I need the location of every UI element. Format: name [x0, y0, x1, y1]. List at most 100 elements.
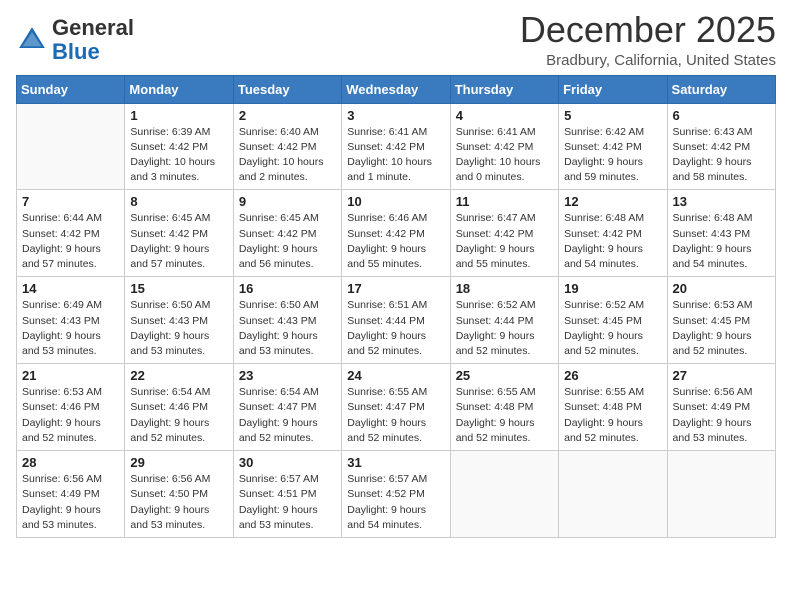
day-info: Sunrise: 6:46 AM Sunset: 4:42 PM Dayligh… [347, 211, 444, 272]
day-number: 12 [564, 194, 661, 209]
day-info: Sunrise: 6:53 AM Sunset: 4:45 PM Dayligh… [673, 298, 770, 359]
day-info: Sunrise: 6:50 AM Sunset: 4:43 PM Dayligh… [239, 298, 336, 359]
calendar-week-4: 21 Sunrise: 6:53 AM Sunset: 4:46 PM Dayli… [17, 364, 776, 451]
calendar-cell: 16 Sunrise: 6:50 AM Sunset: 4:43 PM Dayli… [233, 277, 341, 364]
day-info: Sunrise: 6:52 AM Sunset: 4:44 PM Dayligh… [456, 298, 553, 359]
calendar-cell [667, 451, 775, 538]
day-info: Sunrise: 6:41 AM Sunset: 4:42 PM Dayligh… [347, 125, 444, 186]
day-number: 2 [239, 108, 336, 123]
title-block: December 2025 Bradbury, California, Unit… [520, 10, 776, 69]
day-number: 1 [130, 108, 227, 123]
day-info: Sunrise: 6:53 AM Sunset: 4:46 PM Dayligh… [22, 385, 119, 446]
day-number: 25 [456, 368, 553, 383]
calendar-cell: 26Sunrise: 6:55 AM Sunset: 4:48 PM Dayli… [559, 364, 667, 451]
calendar-cell: 7 Sunrise: 6:44 AM Sunset: 4:42 PM Daylig… [17, 190, 125, 277]
day-info: Sunrise: 6:50 AM Sunset: 4:43 PM Dayligh… [130, 298, 227, 359]
day-number: 5 [564, 108, 661, 123]
calendar-cell: 19 Sunrise: 6:52 AM Sunset: 4:45 PM Dayli… [559, 277, 667, 364]
calendar-cell: 24Sunrise: 6:55 AM Sunset: 4:47 PM Dayli… [342, 364, 450, 451]
day-info: Sunrise: 6:45 AM Sunset: 4:42 PM Dayligh… [239, 211, 336, 272]
day-info: Sunrise: 6:48 AM Sunset: 4:42 PM Dayligh… [564, 211, 661, 272]
calendar-cell: 14Sunrise: 6:49 AM Sunset: 4:43 PM Dayli… [17, 277, 125, 364]
calendar-cell: 22Sunrise: 6:54 AM Sunset: 4:46 PM Dayli… [125, 364, 233, 451]
calendar-cell: 21 Sunrise: 6:53 AM Sunset: 4:46 PM Dayli… [17, 364, 125, 451]
day-info: Sunrise: 6:47 AM Sunset: 4:42 PM Dayligh… [456, 211, 553, 272]
day-info: Sunrise: 6:43 AM Sunset: 4:42 PM Dayligh… [673, 125, 770, 186]
day-info: Sunrise: 6:55 AM Sunset: 4:47 PM Dayligh… [347, 385, 444, 446]
day-number: 27 [673, 368, 770, 383]
calendar-cell: 15 Sunrise: 6:50 AM Sunset: 4:43 PM Dayli… [125, 277, 233, 364]
calendar-cell: 17 Sunrise: 6:51 AM Sunset: 4:44 PM Dayli… [342, 277, 450, 364]
day-info: Sunrise: 6:49 AM Sunset: 4:43 PM Dayligh… [22, 298, 119, 359]
day-number: 3 [347, 108, 444, 123]
calendar-cell [450, 451, 558, 538]
day-number: 10 [347, 194, 444, 209]
day-number: 13 [673, 194, 770, 209]
calendar-week-5: 28 Sunrise: 6:56 AM Sunset: 4:49 PM Dayli… [17, 451, 776, 538]
day-info: Sunrise: 6:54 AM Sunset: 4:47 PM Dayligh… [239, 385, 336, 446]
day-info: Sunrise: 6:57 AM Sunset: 4:51 PM Dayligh… [239, 472, 336, 533]
day-number: 18 [456, 281, 553, 296]
calendar-cell: 20 Sunrise: 6:53 AM Sunset: 4:45 PM Dayli… [667, 277, 775, 364]
day-number: 17 [347, 281, 444, 296]
calendar-cell: 29 Sunrise: 6:56 AM Sunset: 4:50 PM Dayli… [125, 451, 233, 538]
logo-text: General Blue [52, 16, 134, 64]
location: Bradbury, California, United States [520, 52, 776, 69]
day-info: Sunrise: 6:56 AM Sunset: 4:49 PM Dayligh… [22, 472, 119, 533]
day-info: Sunrise: 6:55 AM Sunset: 4:48 PM Dayligh… [456, 385, 553, 446]
day-number: 4 [456, 108, 553, 123]
day-info: Sunrise: 6:52 AM Sunset: 4:45 PM Dayligh… [564, 298, 661, 359]
calendar-cell: 4 Sunrise: 6:41 AM Sunset: 4:42 PM Daylig… [450, 103, 558, 190]
day-info: Sunrise: 6:56 AM Sunset: 4:49 PM Dayligh… [673, 385, 770, 446]
day-info: Sunrise: 6:48 AM Sunset: 4:43 PM Dayligh… [673, 211, 770, 272]
day-number: 20 [673, 281, 770, 296]
day-number: 30 [239, 455, 336, 470]
calendar-cell: 28 Sunrise: 6:56 AM Sunset: 4:49 PM Dayli… [17, 451, 125, 538]
day-number: 15 [130, 281, 227, 296]
month-title: December 2025 [520, 10, 776, 50]
day-info: Sunrise: 6:39 AM Sunset: 4:42 PM Dayligh… [130, 125, 227, 186]
calendar-cell: 18 Sunrise: 6:52 AM Sunset: 4:44 PM Dayli… [450, 277, 558, 364]
calendar-cell: 31 Sunrise: 6:57 AM Sunset: 4:52 PM Dayli… [342, 451, 450, 538]
weekday-header-friday: Friday [559, 75, 667, 103]
calendar-cell: 2 Sunrise: 6:40 AM Sunset: 4:42 PM Daylig… [233, 103, 341, 190]
calendar-cell: 11Sunrise: 6:47 AM Sunset: 4:42 PM Dayli… [450, 190, 558, 277]
calendar-cell: 9 Sunrise: 6:45 AM Sunset: 4:42 PM Daylig… [233, 190, 341, 277]
day-info: Sunrise: 6:44 AM Sunset: 4:42 PM Dayligh… [22, 211, 119, 272]
day-number: 6 [673, 108, 770, 123]
calendar-cell [17, 103, 125, 190]
calendar-table: SundayMondayTuesdayWednesdayThursdayFrid… [16, 75, 776, 538]
calendar-cell [559, 451, 667, 538]
day-number: 7 [22, 194, 119, 209]
day-number: 8 [130, 194, 227, 209]
day-number: 19 [564, 281, 661, 296]
weekday-header-thursday: Thursday [450, 75, 558, 103]
day-info: Sunrise: 6:41 AM Sunset: 4:42 PM Dayligh… [456, 125, 553, 186]
day-number: 29 [130, 455, 227, 470]
calendar-cell: 8Sunrise: 6:45 AM Sunset: 4:42 PM Daylig… [125, 190, 233, 277]
calendar-cell: 23 Sunrise: 6:54 AM Sunset: 4:47 PM Dayli… [233, 364, 341, 451]
weekday-header-saturday: Saturday [667, 75, 775, 103]
day-number: 16 [239, 281, 336, 296]
day-number: 31 [347, 455, 444, 470]
day-number: 26 [564, 368, 661, 383]
calendar-week-2: 7 Sunrise: 6:44 AM Sunset: 4:42 PM Daylig… [17, 190, 776, 277]
calendar-cell: 1 Sunrise: 6:39 AM Sunset: 4:42 PM Daylig… [125, 103, 233, 190]
calendar-cell: 25 Sunrise: 6:55 AM Sunset: 4:48 PM Dayli… [450, 364, 558, 451]
weekday-header-monday: Monday [125, 75, 233, 103]
day-number: 21 [22, 368, 119, 383]
day-info: Sunrise: 6:42 AM Sunset: 4:42 PM Dayligh… [564, 125, 661, 186]
calendar-cell: 6 Sunrise: 6:43 AM Sunset: 4:42 PM Daylig… [667, 103, 775, 190]
weekday-header-tuesday: Tuesday [233, 75, 341, 103]
day-number: 28 [22, 455, 119, 470]
day-info: Sunrise: 6:57 AM Sunset: 4:52 PM Dayligh… [347, 472, 444, 533]
day-number: 9 [239, 194, 336, 209]
day-info: Sunrise: 6:56 AM Sunset: 4:50 PM Dayligh… [130, 472, 227, 533]
logo-icon [16, 24, 48, 56]
calendar-cell: 10 Sunrise: 6:46 AM Sunset: 4:42 PM Dayli… [342, 190, 450, 277]
day-number: 23 [239, 368, 336, 383]
day-info: Sunrise: 6:51 AM Sunset: 4:44 PM Dayligh… [347, 298, 444, 359]
calendar-header-row: SundayMondayTuesdayWednesdayThursdayFrid… [17, 75, 776, 103]
calendar-cell: 30 Sunrise: 6:57 AM Sunset: 4:51 PM Dayli… [233, 451, 341, 538]
day-info: Sunrise: 6:40 AM Sunset: 4:42 PM Dayligh… [239, 125, 336, 186]
